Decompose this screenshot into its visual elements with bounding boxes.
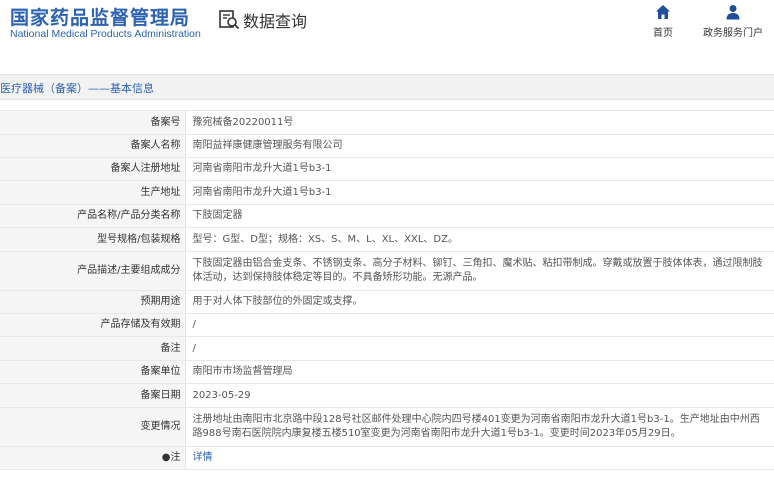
site-logo-en[interactable]: National Medical Products Administration [10, 28, 201, 40]
table-row: 备案人注册地址 河南省南阳市龙升大道1号b3-1 [0, 157, 774, 181]
row-value: 豫宛械备20220011号 [185, 110, 774, 135]
details-link[interactable]: 详情 [193, 452, 213, 463]
table-row: 生产地址 河南省南阳市龙升大道1号b3-1 [0, 180, 774, 205]
row-value: 河南省南阳市龙升大道1号b3-1 [185, 180, 774, 205]
row-label: 生产地址 [0, 180, 186, 205]
row-value: 下肢固定器由铝合金支条、不锈钢支条、高分子材料、铆钉、三角扣、魔术贴、粘扣带制成… [185, 251, 774, 291]
row-value: 下肢固定器 [185, 204, 774, 228]
row-label: 备案人注册地址 [0, 157, 186, 181]
row-label: 型号规格/包装规格 [0, 227, 186, 252]
data-query-label: 数据查询 [243, 12, 308, 31]
section-title: 医疗器械（备案）——基本信息 [0, 82, 154, 95]
section-bar: 医疗器械（备案）——基本信息 [0, 74, 774, 100]
row-label: 备案单位 [0, 360, 186, 384]
table-row: 产品描述/主要组成成分 下肢固定器由铝合金支条、不锈钢支条、高分子材料、铆钉、三… [0, 251, 774, 291]
row-value: 河南省南阳市龙升大道1号b3-1 [185, 157, 774, 181]
row-label: 变更情况 [0, 407, 186, 447]
row-value: / [185, 313, 774, 337]
row-value: / [185, 336, 774, 361]
row-value: 南阳益祥康健康管理服务有限公司 [185, 134, 774, 158]
table-row: 产品存储及有效期 / [0, 313, 774, 337]
table-row: ●注 详情 [0, 446, 774, 470]
nav-service-portal[interactable]: 政务服务门户 [698, 4, 768, 39]
table-row: 备案号 豫宛械备20220011号 [0, 110, 774, 135]
search-document-icon [219, 10, 240, 30]
home-icon [656, 5, 670, 19]
page-header: 国家药品监督管理局 National Medical Products Admi… [0, 0, 774, 62]
table-row: 产品名称/产品分类名称 下肢固定器 [0, 204, 774, 228]
row-value: 2023-05-29 [185, 383, 774, 408]
row-label: 备案人名称 [0, 134, 186, 158]
row-value: 注册地址由南阳市北京路中段128号社区邮件处理中心院内四号楼401变更为河南省南… [185, 407, 774, 447]
row-label: 产品描述/主要组成成分 [0, 251, 186, 291]
row-label: 备案日期 [0, 383, 186, 408]
table-row: 备案人名称 南阳益祥康健康管理服务有限公司 [0, 134, 774, 158]
nav-home-label: 首页 [653, 28, 673, 39]
row-value: 用于对人体下肢部位的外固定或支撑。 [185, 290, 774, 314]
table-row: 备案单位 南阳市市场监督管理局 [0, 360, 774, 384]
nav-home[interactable]: 首页 [628, 4, 698, 39]
user-icon [726, 5, 740, 20]
row-label: 备注 [0, 336, 186, 361]
row-value: 南阳市市场监督管理局 [185, 360, 774, 384]
row-value: 型号：G型、D型；规格：XS、S、M、L、XL、XXL、DZ。 [185, 227, 774, 252]
data-query-title[interactable]: 数据查询 [218, 8, 307, 32]
row-value: 详情 [185, 446, 774, 470]
table-row: 预期用途 用于对人体下肢部位的外固定或支撑。 [0, 290, 774, 314]
info-table: 备案号 豫宛械备20220011号 备案人名称 南阳益祥康健康管理服务有限公司 … [0, 110, 774, 470]
row-label: 产品存储及有效期 [0, 313, 186, 337]
row-label: 产品名称/产品分类名称 [0, 204, 186, 228]
table-row: 型号规格/包装规格 型号：G型、D型；规格：XS、S、M、L、XL、XXL、DZ… [0, 227, 774, 252]
table-row: 备案日期 2023-05-29 [0, 383, 774, 408]
row-label: ●注 [0, 446, 186, 470]
row-label: 备案号 [0, 110, 186, 135]
nav-service-portal-label: 政务服务门户 [703, 28, 763, 39]
row-label: 预期用途 [0, 290, 186, 314]
site-logo-cn[interactable]: 国家药品监督管理局 [10, 3, 190, 30]
table-row: 备注 / [0, 336, 774, 361]
table-row: 变更情况 注册地址由南阳市北京路中段128号社区邮件处理中心院内四号楼401变更… [0, 407, 774, 447]
